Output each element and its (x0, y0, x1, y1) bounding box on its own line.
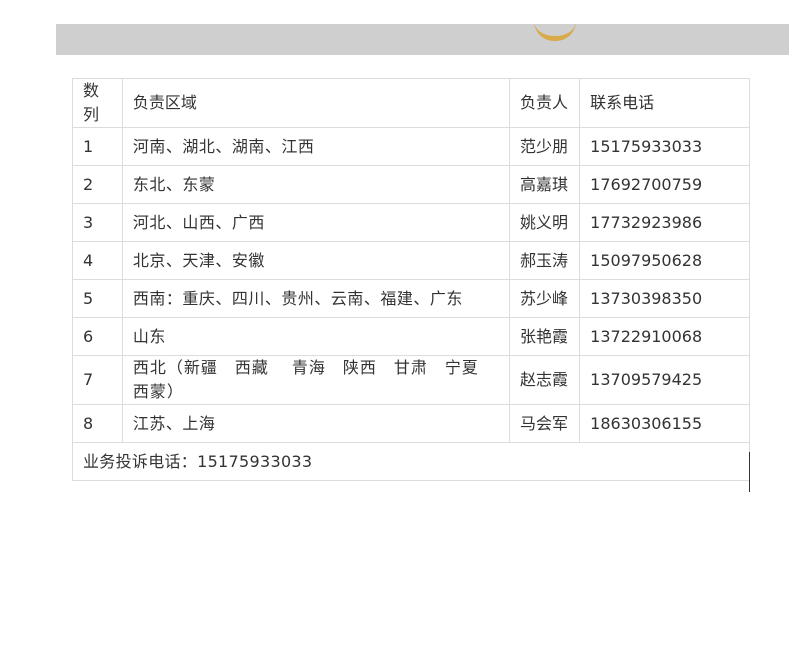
contact-table-container: 数列 负责区域 负责人 联系电话 1 河南、湖北、湖南、江西 范少朋 15175… (72, 78, 750, 481)
table-row: 5 西南：重庆、四川、贵州、云南、福建、广东 苏少峰 13730398350 (72, 279, 750, 318)
table-row: 6 山东 张艳霞 13722910068 (72, 317, 750, 356)
cell-index: 3 (72, 203, 123, 242)
cell-person: 苏少峰 (508, 279, 581, 318)
complaint-phone-text: 业务投诉电话：15175933033 (83, 451, 313, 471)
top-banner-image (56, 24, 789, 55)
complaint-phone-cell: 业务投诉电话：15175933033 (72, 442, 750, 481)
cell-phone: 18630306155 (579, 404, 750, 443)
table-row: 7 西北（新疆 西藏 青海 陕西 甘肃 宁夏 西蒙） 赵志霞 137095794… (72, 355, 750, 405)
cell-phone: 17692700759 (579, 165, 750, 204)
cell-person: 姚义明 (508, 203, 581, 242)
cell-region: 山东 (121, 317, 510, 356)
cell-phone: 13709579425 (579, 355, 750, 405)
cell-phone: 15175933033 (579, 127, 750, 166)
cell-region: 河南、湖北、湖南、江西 (121, 127, 510, 166)
table-edge-line (749, 452, 750, 492)
header-phone: 联系电话 (579, 78, 750, 128)
table-row: 2 东北、东蒙 高嘉琪 17692700759 (72, 165, 750, 204)
cell-index: 7 (72, 355, 123, 405)
header-index: 数列 (72, 78, 123, 128)
table-header-row: 数列 负责区域 负责人 联系电话 (72, 78, 750, 128)
cell-index: 8 (72, 404, 123, 443)
banner-ornament (534, 24, 576, 41)
cell-region: 西北（新疆 西藏 青海 陕西 甘肃 宁夏 西蒙） (121, 355, 510, 405)
contact-table: 数列 负责区域 负责人 联系电话 1 河南、湖北、湖南、江西 范少朋 15175… (72, 78, 750, 481)
table-footer-row: 业务投诉电话：15175933033 (72, 442, 750, 481)
table-row: 8 江苏、上海 马会军 18630306155 (72, 404, 750, 443)
cell-region: 北京、天津、安徽 (121, 241, 510, 280)
table-row: 1 河南、湖北、湖南、江西 范少朋 15175933033 (72, 127, 750, 166)
cell-person: 赵志霞 (508, 355, 581, 405)
cell-phone: 13730398350 (579, 279, 750, 318)
cell-person: 高嘉琪 (508, 165, 581, 204)
cell-person: 范少朋 (508, 127, 581, 166)
cell-phone: 15097950628 (579, 241, 750, 280)
cell-person: 张艳霞 (508, 317, 581, 356)
cell-index: 4 (72, 241, 123, 280)
header-person: 负责人 (508, 78, 581, 128)
cell-region: 东北、东蒙 (121, 165, 510, 204)
cell-person: 马会军 (508, 404, 581, 443)
cell-index: 5 (72, 279, 123, 318)
cell-region: 河北、山西、广西 (121, 203, 510, 242)
cell-phone: 13722910068 (579, 317, 750, 356)
cell-index: 2 (72, 165, 123, 204)
cell-region: 西南：重庆、四川、贵州、云南、福建、广东 (121, 279, 510, 318)
header-region: 负责区域 (121, 78, 510, 128)
cell-index: 1 (72, 127, 123, 166)
cell-person: 郝玉涛 (508, 241, 581, 280)
cell-phone: 17732923986 (579, 203, 750, 242)
cell-region: 江苏、上海 (121, 404, 510, 443)
table-row: 4 北京、天津、安徽 郝玉涛 15097950628 (72, 241, 750, 280)
table-row: 3 河北、山西、广西 姚义明 17732923986 (72, 203, 750, 242)
cell-index: 6 (72, 317, 123, 356)
